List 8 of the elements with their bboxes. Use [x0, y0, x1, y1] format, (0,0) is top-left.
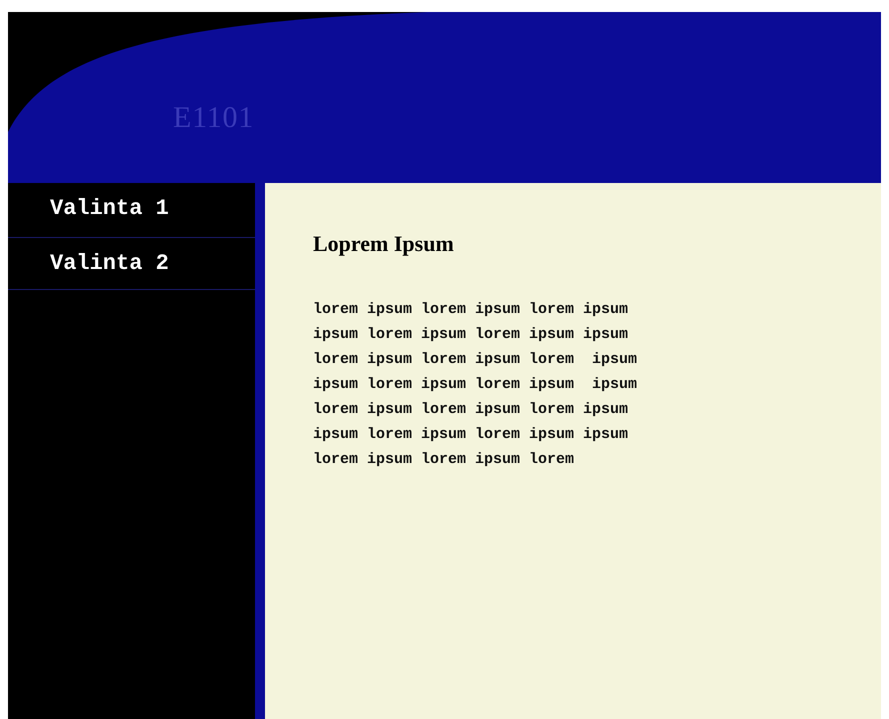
body-text-line: ipsum lorem ipsum lorem ipsum ipsum — [313, 325, 630, 345]
body-text-line: ipsum lorem ipsum lorem ipsum ipsum — [313, 425, 630, 445]
body-text-line: lorem ipsum lorem ipsum lorem ipsum — [313, 350, 638, 370]
body-text-line: lorem ipsum lorem ipsum lorem ipsum — [313, 300, 630, 320]
body-text-line: lorem ipsum lorem ipsum lorem — [313, 450, 576, 470]
body-text-line: lorem ipsum lorem ipsum lorem ipsum — [313, 400, 630, 420]
body-text-line: ipsum lorem ipsum lorem ipsum ipsum — [313, 375, 638, 395]
page-heading: Loprem Ipsum — [313, 230, 455, 258]
